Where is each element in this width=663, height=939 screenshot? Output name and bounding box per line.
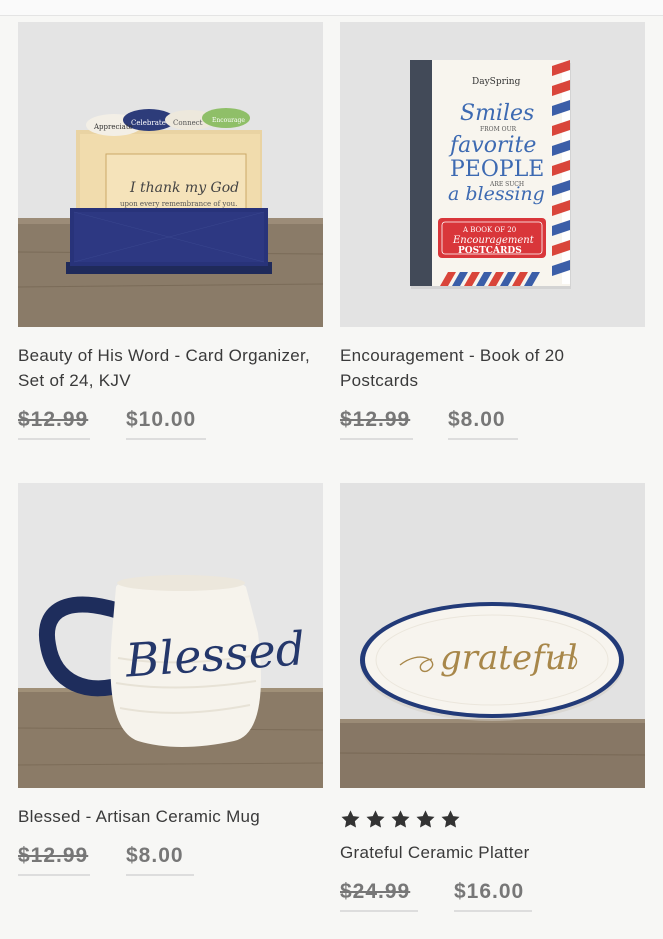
rating-stars bbox=[340, 809, 461, 830]
original-price: $24.99 bbox=[340, 880, 418, 912]
product-title[interactable]: Beauty of His Word - Card Organizer, Set… bbox=[18, 343, 323, 393]
product-image-platter[interactable]: grateful bbox=[340, 483, 645, 788]
star-icon bbox=[416, 810, 435, 828]
organizer-tab-label: Connect bbox=[173, 119, 203, 127]
postcards-badge2: Encouragement bbox=[452, 235, 535, 246]
platter-word: grateful bbox=[440, 638, 577, 678]
product-title[interactable]: Blessed - Artisan Ceramic Mug bbox=[18, 804, 323, 829]
postcards-line3: favorite bbox=[448, 133, 536, 158]
star-icon bbox=[441, 810, 460, 828]
organizer-tab-label: Appreciate bbox=[93, 123, 133, 131]
original-price: $12.99 bbox=[340, 408, 413, 440]
postcards-line4: PEOPLE bbox=[450, 157, 544, 182]
sale-price: $10.00 bbox=[126, 408, 206, 440]
sale-price: $16.00 bbox=[454, 880, 532, 912]
postcards-line1: Smiles bbox=[460, 101, 534, 126]
organizer-card-line2: upon every remembrance of you. bbox=[120, 200, 237, 208]
star-icon bbox=[391, 810, 410, 828]
postcards-line6: a blessing bbox=[448, 183, 545, 205]
organizer-tab-label: Encourage bbox=[212, 117, 245, 124]
postcards-badge3: POSTCARDS bbox=[458, 246, 522, 256]
top-bar bbox=[0, 0, 663, 16]
postcards-badge1: A BOOK OF 20 bbox=[462, 226, 516, 234]
star-icon bbox=[366, 810, 385, 828]
sale-price: $8.00 bbox=[448, 408, 518, 440]
product-image-postcards[interactable]: DaySpring Smiles FROM OUR favorite PEOPL… bbox=[340, 22, 645, 327]
original-price: $12.99 bbox=[18, 844, 90, 876]
product-image-mug[interactable]: Blessed bbox=[18, 483, 323, 788]
star-icon bbox=[341, 810, 360, 828]
product-image-card-organizer[interactable]: Appreciate Celebrate Connect Encourage I… bbox=[18, 22, 323, 327]
postcards-brand: DaySpring bbox=[472, 77, 521, 87]
product-title[interactable]: Encouragement - Book of 20 Postcards bbox=[340, 343, 645, 393]
postcards-line2: FROM OUR bbox=[480, 126, 517, 133]
product-title[interactable]: Grateful Ceramic Platter bbox=[340, 840, 645, 865]
organizer-card-line1: I thank my God bbox=[129, 180, 239, 196]
sale-price: $8.00 bbox=[126, 844, 194, 876]
organizer-tab-label: Celebrate bbox=[131, 119, 166, 127]
original-price: $12.99 bbox=[18, 408, 90, 440]
